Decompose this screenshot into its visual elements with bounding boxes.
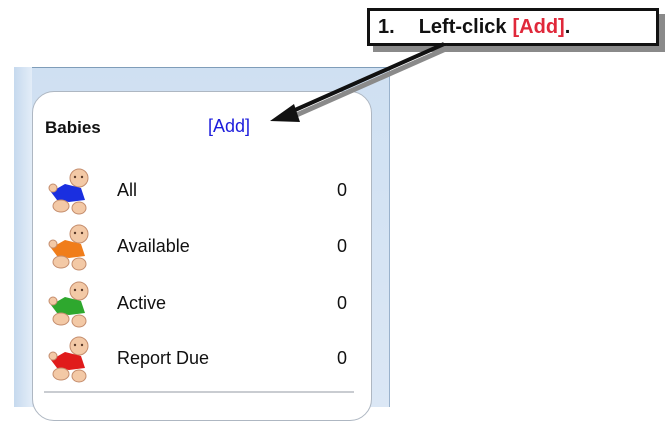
list-item-report-due[interactable]: Report Due 0 xyxy=(45,334,355,383)
step-trail: . xyxy=(564,15,571,38)
list-item-count: 0 xyxy=(336,348,347,368)
instruction-callout: 1. Left-click [Add]. xyxy=(367,8,659,46)
list-item-available[interactable]: Available 0 xyxy=(45,222,355,271)
list-item-count: 0 xyxy=(336,180,347,200)
list-item-label: Active xyxy=(117,293,167,313)
baby-green-shirt-icon xyxy=(48,281,89,328)
window-side-strip xyxy=(14,67,32,407)
list-item-active[interactable]: Active 0 xyxy=(45,279,355,328)
list-item-count: 0 xyxy=(336,293,347,313)
add-baby-link[interactable]: [Add] xyxy=(208,116,250,137)
step-target: [Add] xyxy=(512,15,565,38)
list-item-label: Report Due xyxy=(117,348,210,368)
list-item-count: 0 xyxy=(336,236,347,256)
baby-orange-shirt-icon xyxy=(48,224,89,271)
list-divider xyxy=(44,391,354,393)
list-item-label: Available xyxy=(117,236,190,256)
baby-red-shirt-icon xyxy=(48,336,89,383)
panel-title: Babies xyxy=(45,118,101,137)
step-verb: Left-click xyxy=(418,15,507,38)
baby-blue-shirt-icon xyxy=(48,168,89,215)
list-item-all[interactable]: All 0 xyxy=(45,166,355,215)
step-number: 1. xyxy=(378,15,395,38)
list-item-label: All xyxy=(117,180,138,200)
